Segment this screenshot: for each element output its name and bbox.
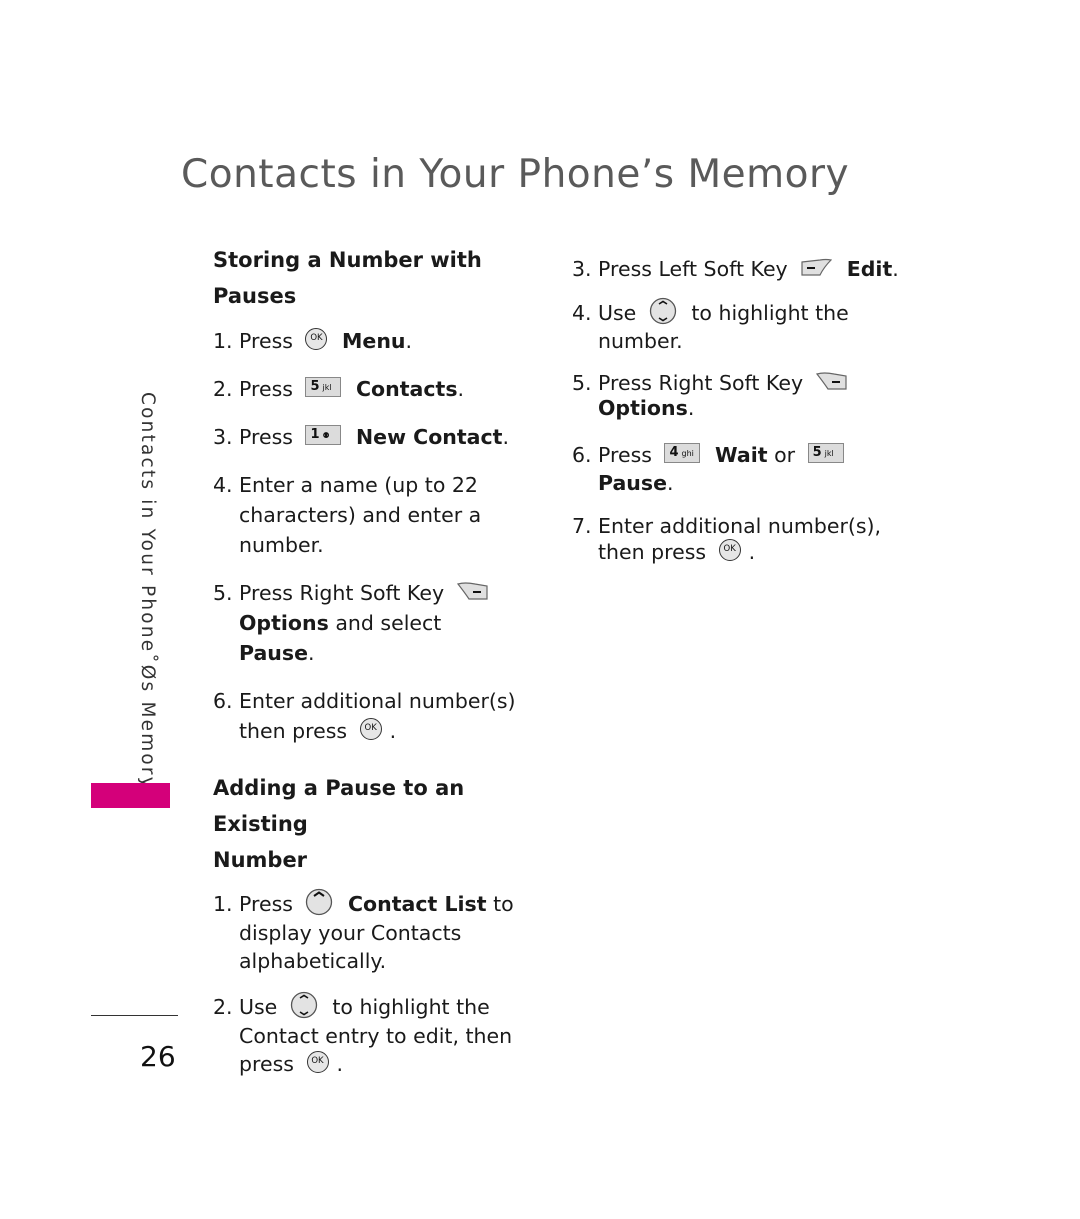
- nav-updown-key-icon: [290, 991, 317, 1019]
- list-item: 5. Press Right Soft Key Options.: [572, 371, 902, 421]
- left-soft-key-icon: [801, 258, 833, 276]
- key-4-ghi-icon: 4 ghi: [664, 443, 701, 463]
- left-column: Storing a Number with Pauses 1. Press OK…: [213, 242, 533, 1096]
- key-5-jkl-icon: 5 jkl: [807, 443, 844, 463]
- list-item: 4. Enter a name (up to 22 characters) an…: [213, 473, 482, 557]
- section-tab-marker: [91, 783, 170, 808]
- right-soft-key-icon: [456, 582, 488, 600]
- list-item: 1. Press Contact List to display your Co…: [213, 888, 533, 975]
- ok-key-icon: OK: [306, 1051, 329, 1073]
- page-title: Contacts in Your Phone’s Memory: [181, 152, 850, 197]
- list-item: 3. Press 1 ⚉ New Contact.: [213, 425, 509, 449]
- ok-key-icon: OK: [305, 328, 328, 350]
- nav-up-key-icon: [306, 888, 333, 916]
- right-soft-key-icon: [815, 372, 847, 390]
- list-item: 6. Enter additional number(s) then press…: [213, 689, 516, 743]
- list-item: 2. Use to highlight the Contact entry to…: [213, 991, 533, 1078]
- list-item: 5. Press Right Soft Key Options and sele…: [213, 578, 533, 668]
- list-item: 6. Press 4 ghi Wait or 5 jkl Pause.: [572, 441, 902, 497]
- ok-key-icon: OK: [718, 539, 741, 561]
- list-item: 2. Press 5 jkl Contacts.: [213, 377, 465, 401]
- list-item: 7. Enter additional number(s), then pres…: [572, 514, 882, 564]
- right-column: 3. Press Left Soft Key Edit. 4. Use to h…: [572, 254, 902, 583]
- page-number: 26: [140, 1040, 176, 1073]
- key-5-jkl-icon: 5 jkl: [305, 377, 342, 397]
- key-1-voicemail-icon: 1 ⚉: [305, 425, 342, 445]
- list-item: 1. Press OK Menu.: [213, 328, 413, 353]
- footer-divider: [91, 1015, 178, 1016]
- section-heading-adding-pause: Adding a Pause to an Existing Number: [213, 776, 465, 872]
- nav-updown-key-icon: [649, 297, 676, 325]
- ok-key-icon: OK: [359, 718, 382, 740]
- list-item: 3. Press Left Soft Key Edit.: [572, 257, 899, 281]
- list-item: 4. Use to highlight the number.: [572, 297, 902, 355]
- side-section-label: Contacts in Your Phone˚Øs Memory: [137, 392, 158, 790]
- section-heading-storing-number: Storing a Number with Pauses: [213, 248, 482, 308]
